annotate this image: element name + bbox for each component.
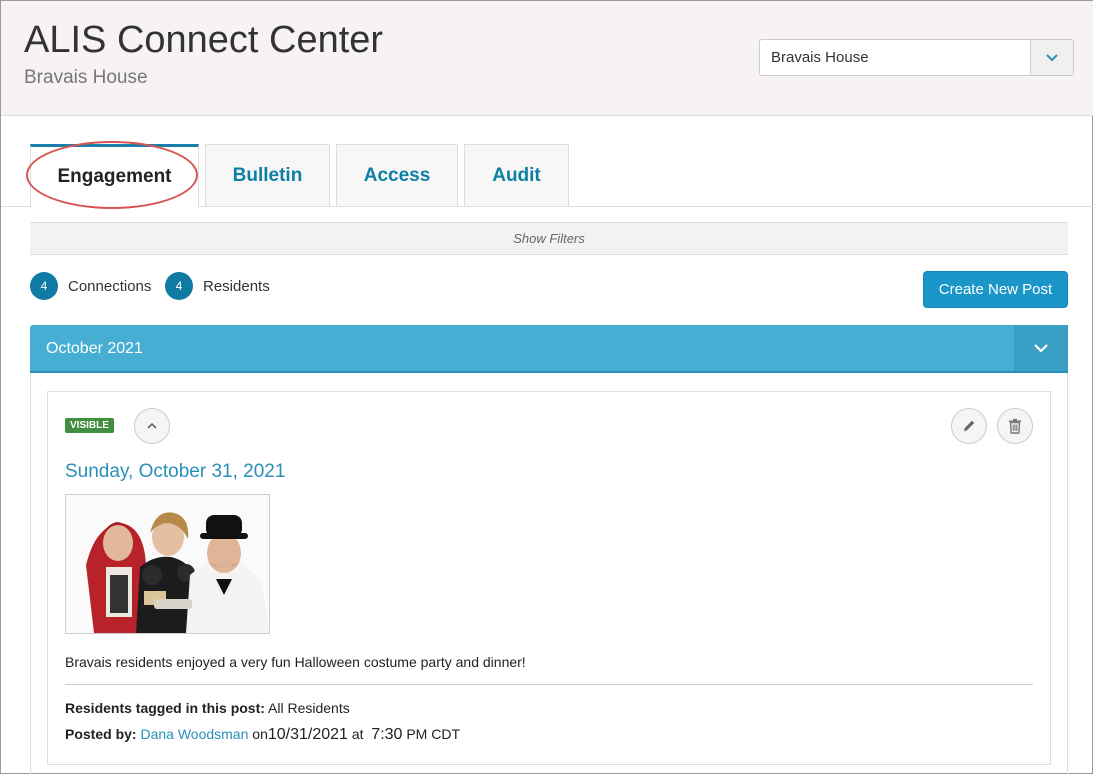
collapse-post-button[interactable] [134,408,170,444]
posted-date: 10/31/2021 [267,726,348,743]
tagged-value: All Residents [268,700,350,716]
tab-audit[interactable]: Audit [464,144,569,207]
tagged-label: Residents tagged in this post: [65,700,265,716]
month-group-header[interactable]: October 2021 [30,325,1068,373]
posted-at-word: at [351,726,364,742]
tab-bulletin[interactable]: Bulletin [205,144,330,207]
residents-count-badge: 4 [165,272,193,300]
delete-post-button[interactable] [997,408,1033,444]
connections-count-badge: 4 [30,272,58,300]
month-group-toggle[interactable] [1014,325,1068,371]
tab-engagement[interactable]: Engagement [30,144,199,208]
post-image[interactable] [65,494,270,634]
month-group-title: October 2021 [46,340,143,357]
app-title: ALIS Connect Center [24,19,384,61]
posted-time: 7:30 [371,726,403,743]
posted-by-label: Posted by: [65,726,137,742]
halloween-costume-photo [66,495,269,633]
post-tagged-residents: Residents tagged in this post: All Resid… [65,700,350,716]
community-select-toggle[interactable] [1030,40,1073,75]
residents-label: Residents [203,277,270,295]
community-select-value: Bravais House [771,49,869,66]
residents-stat: 4 Residents [165,271,270,301]
posted-on-word: on [252,726,268,742]
show-filters-toggle[interactable]: Show Filters [30,222,1068,255]
connections-stat: 4 Connections [30,271,151,301]
post-divider [65,684,1033,685]
post-date-heading: Sunday, October 31, 2021 [65,461,286,482]
post-author-line: Posted by: Dana Woodsman on10/31/2021 at… [65,726,460,744]
author-link[interactable]: Dana Woodsman [140,726,248,742]
chevron-up-icon [147,422,157,429]
trash-icon [1009,418,1021,434]
tab-bar: Engagement Bulletin Access Audit [1,144,1093,208]
edit-post-button[interactable] [951,408,987,444]
tab-access[interactable]: Access [336,144,458,207]
posted-timezone: PM CDT [406,726,460,742]
visibility-badge: VISIBLE [65,418,114,433]
community-subtitle: Bravais House [24,67,148,88]
chevron-down-icon [1046,53,1058,61]
connections-label: Connections [68,277,152,295]
page-header: ALIS Connect Center Bravais House Bravai… [1,1,1093,116]
community-select[interactable]: Bravais House [759,39,1074,76]
pencil-icon [964,420,975,431]
chevron-down-icon [1034,344,1048,353]
post-body-text: Bravais residents enjoyed a very fun Hal… [65,654,526,670]
create-new-post-button[interactable]: Create New Post [923,271,1068,308]
